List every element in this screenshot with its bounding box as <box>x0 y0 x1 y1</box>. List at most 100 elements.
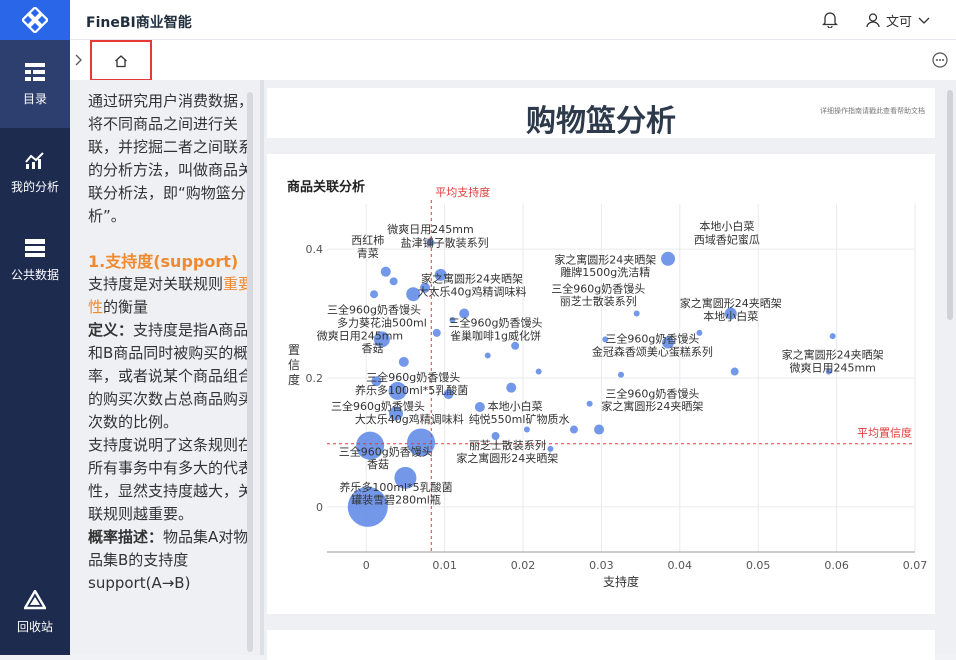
definition-label: 定义： <box>88 321 134 339</box>
data-point <box>535 368 542 375</box>
tab-bar <box>70 40 956 81</box>
point-annotation: 三全960g奶香馒头 <box>331 399 425 413</box>
explanation-paragraph: 支持度说明了这条规则在所有事务中有多大的代表性，显然支持度越大，关联规则越重要。 <box>88 436 254 523</box>
point-annotation: 微爽日用245mm <box>317 328 403 342</box>
data-point <box>569 425 578 434</box>
panel-divider <box>260 80 264 655</box>
user-menu[interactable]: 文可 <box>866 11 930 30</box>
catalog-icon <box>25 62 45 81</box>
title-card: 购物篮分析 详细操作指南请戳此查看帮助文档 <box>267 88 935 139</box>
nav-label: 目录 <box>22 91 47 106</box>
data-point <box>370 290 379 299</box>
tab-home[interactable] <box>90 40 152 81</box>
data-point <box>586 400 593 407</box>
nav-item-recycle[interactable]: 回收站 <box>0 568 70 656</box>
point-annotation: 家之寓圆形24夹晒架 <box>680 296 782 310</box>
section-title: 1.支持度(support) <box>88 252 239 271</box>
nav-item-catalog[interactable]: 目录 <box>0 40 70 128</box>
avg-support-label: 平均支持度 <box>435 185 490 199</box>
more-options-icon[interactable] <box>932 52 948 68</box>
data-point <box>633 310 640 317</box>
point-annotation: 大太乐40g鸡精调味料 <box>355 412 464 426</box>
user-icon <box>866 13 880 28</box>
point-annotation: 本地小白菜 <box>699 219 754 233</box>
data-point <box>523 426 530 433</box>
probability-label: 概率描述： <box>88 528 164 546</box>
point-annotation: 罐装雪碧280ml瓶 <box>351 493 441 507</box>
point-annotation: 家之寓圆形24夹晒架 <box>421 272 523 286</box>
point-annotation: 家之寓圆形24夹晒架 <box>782 348 884 362</box>
logo[interactable] <box>0 0 70 40</box>
data-point <box>618 371 624 378</box>
text-panel: 通过研究用户消费数据，将不同商品之间进行关联，并挖掘二者之间联系的分析方法，叫做… <box>88 90 254 655</box>
intro-text: 通过研究用户消费数据，将不同商品之间进行关联，并挖掘二者之间联系的分析方法，叫做… <box>88 92 254 225</box>
data-point <box>398 356 409 367</box>
next-card <box>267 630 935 660</box>
point-annotation: 雕牌1500g洗洁精 <box>560 265 650 279</box>
chevron-right-icon[interactable] <box>75 54 83 66</box>
x-tick-label: 0.02 <box>511 559 536 572</box>
data-point <box>730 367 739 376</box>
database-icon <box>25 238 45 257</box>
text-scrollbar[interactable] <box>247 92 253 652</box>
x-tick-label: 0.04 <box>668 559 693 572</box>
data-point <box>661 251 676 266</box>
point-annotation: 养乐多100ml*5乳酸菌 <box>355 383 468 397</box>
point-annotation: 家之寓圆形24夹晒架 <box>554 252 656 266</box>
nav-label: 回收站 <box>16 619 53 634</box>
app-title: FineBI商业智能 <box>86 15 192 31</box>
point-annotation: 香菇 <box>367 457 389 471</box>
data-point <box>380 266 391 277</box>
point-annotation: 微爽日用245mm <box>789 361 875 375</box>
x-axis-title: 支持度 <box>603 574 639 589</box>
bell-icon[interactable] <box>822 11 838 28</box>
y-tick-label: 0.2 <box>306 372 324 385</box>
nav-item-analysis[interactable]: 我的分析 <box>0 128 70 216</box>
probability-paragraph: 概率描述：物品集A对物品集B的支持度support(A→B) <box>88 526 254 595</box>
point-annotation: 三全960g奶香馒头 <box>366 370 460 384</box>
point-annotation: 多力葵花油500ml <box>337 315 427 329</box>
dashboard-scrollbar[interactable] <box>947 90 953 320</box>
point-annotation: 本地小白菜 <box>488 399 543 413</box>
data-point <box>594 424 605 435</box>
text-span: 的衡量 <box>103 298 149 316</box>
chevron-down-icon <box>918 17 930 24</box>
x-tick-label: 0.06 <box>824 559 849 572</box>
point-annotation: 青菜 <box>357 247 379 260</box>
text-span: 支持度是对关联规则 <box>88 275 224 293</box>
top-bar: FineBI商业智能 文可 <box>70 0 956 40</box>
data-point <box>506 382 517 393</box>
point-annotation: 家之寓圆形24夹晒架 <box>456 451 558 465</box>
scatter-chart[interactable]: 0 0.01 0.02 0.03 0.04 0.05 0.06 0.07 0 0.2 0.4 支持度 置… <box>267 154 935 614</box>
definition-paragraph: 定义：支持度是指A商品和B商品同时被购买的概率，或者说某个商品组合的购买次数占总… <box>88 319 254 434</box>
point-annotation: 家之寓圆形24夹晒架 <box>601 399 703 413</box>
dashboard-content: 通过研究用户消费数据，将不同商品之间进行关联，并挖掘二者之间联系的分析方法，叫做… <box>70 80 956 660</box>
x-tick-label: 0.07 <box>903 559 928 572</box>
point-annotation: 金冠森香颂美心蛋糕系列 <box>592 344 713 358</box>
user-name: 文可 <box>886 15 913 30</box>
y-axis-title: 度 <box>288 372 300 387</box>
point-annotation: 微爽日用245mm <box>387 222 473 236</box>
point-annotation: 本地小白菜 <box>703 309 758 323</box>
point-annotation: 三全960g奶香馒头 <box>339 444 433 458</box>
recycle-icon <box>24 589 46 609</box>
point-annotation: 三全960g奶香馒头 <box>449 315 543 329</box>
data-point <box>511 341 520 350</box>
data-point <box>829 333 836 340</box>
point-annotation: 养乐多100ml*5乳酸菌 <box>339 480 452 494</box>
point-annotation: 雀巢咖啡1g威化饼 <box>450 328 541 342</box>
help-link[interactable]: 详细操作指南请戳此查看帮助文档 <box>820 106 925 116</box>
home-icon <box>115 54 127 67</box>
point-annotation: 西域香妃蜜瓜 <box>694 232 760 246</box>
point-annotation: 三全960g奶香馒头 <box>551 281 645 295</box>
data-point <box>474 402 485 412</box>
support-paragraph: 支持度是对关联规则重要性的衡量 <box>88 273 254 319</box>
nav-item-public-data[interactable]: 公共数据 <box>0 216 70 304</box>
point-annotation: 盐津铺子散装系列 <box>401 236 489 250</box>
sidebar: 目录 我的分析 公共数据 回收站 <box>0 0 70 655</box>
chart-card: 商品关联分析 0 0.01 0.02 0.03 0.04 0.05 0.06 0.07 0 0.2… <box>267 154 935 614</box>
finebi-logo-icon <box>22 7 48 33</box>
point-annotation: 香菇 <box>361 341 383 355</box>
point-annotation: 大太乐40g鸡精调味料 <box>418 285 527 299</box>
point-annotation: 三全960g奶香馒头 <box>327 303 421 317</box>
